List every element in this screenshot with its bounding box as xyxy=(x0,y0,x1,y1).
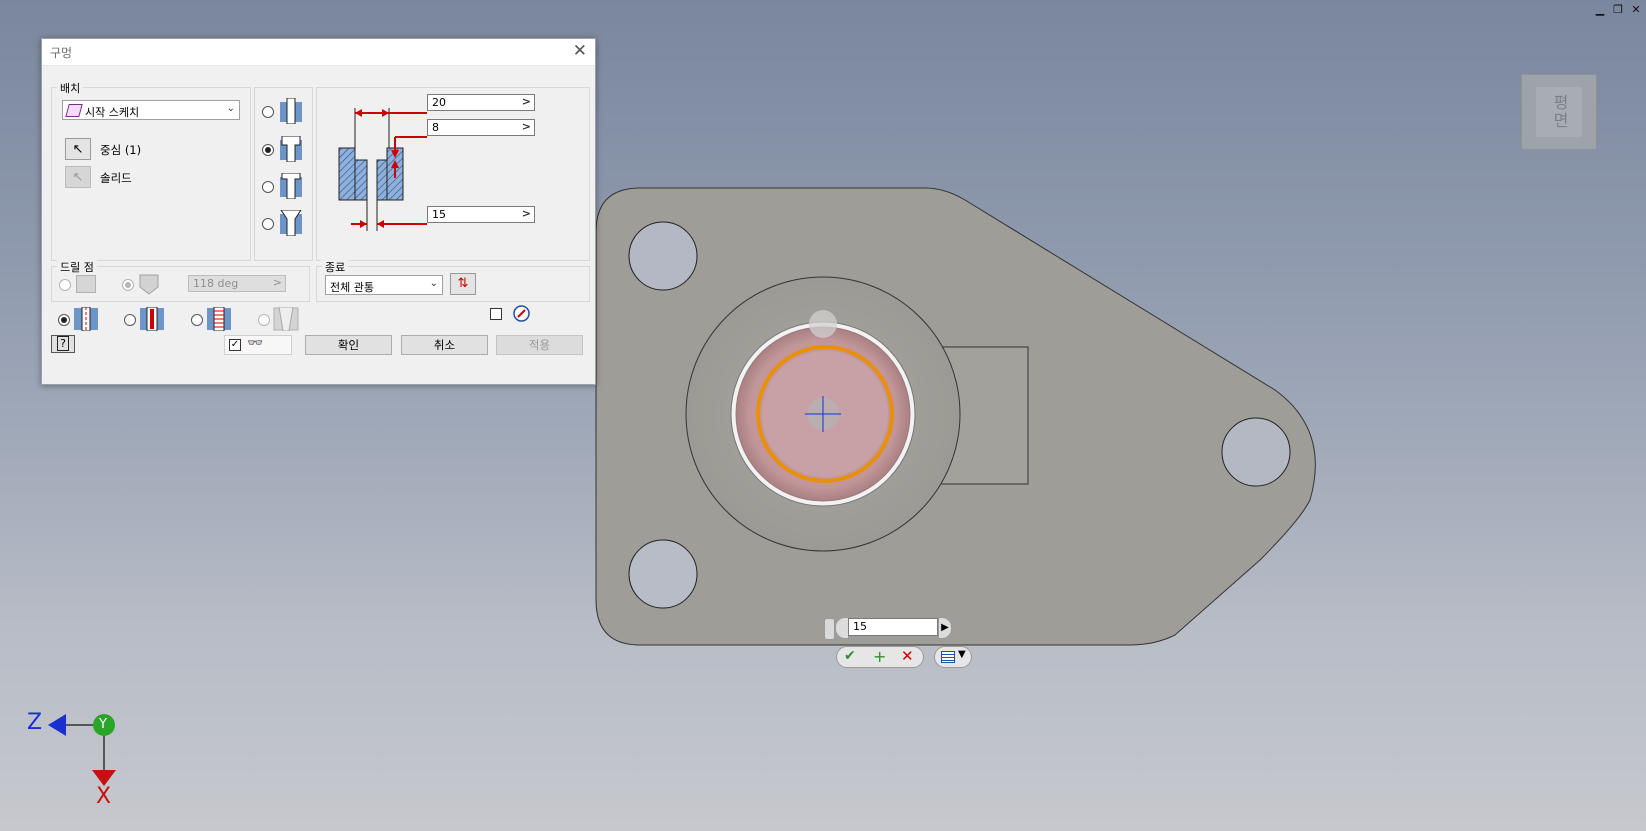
drill-point-group: 드릴 점 118 deg > xyxy=(51,259,310,302)
cursor-arrow-icon: ↖ xyxy=(72,169,84,185)
flyout-arrow-icon: > xyxy=(272,276,282,289)
counterbore-depth-field[interactable]: 8 > xyxy=(427,119,535,136)
clearance-hole-icon xyxy=(140,307,164,331)
mount-hole[interactable] xyxy=(628,221,698,291)
counterbore-section-diagram xyxy=(338,108,427,231)
cursor-arrow-icon: ↖ xyxy=(72,141,84,157)
hole-diameter-field[interactable]: 15 > xyxy=(427,206,535,223)
help-icon: ? xyxy=(57,336,69,351)
simple-hole-icon xyxy=(74,307,98,331)
mini-options-button[interactable]: ▼ xyxy=(934,646,972,668)
list-icon xyxy=(941,651,955,663)
compass-icon[interactable] xyxy=(513,305,530,322)
termination-dropdown-value: 전체 관통 xyxy=(330,281,374,294)
mount-hole[interactable] xyxy=(1221,417,1291,487)
termination-group: 종료 전체 관통 ⌄ ⇅ xyxy=(316,259,590,302)
thread-simple-radio[interactable] xyxy=(58,314,70,326)
mini-value-text: 15 xyxy=(853,620,867,633)
viewcube-face-label: 평면 xyxy=(1550,94,1569,130)
chevron-down-icon: ⌄ xyxy=(226,103,235,114)
taper-tapped-icon xyxy=(273,307,299,331)
thread-clearance-radio[interactable] xyxy=(124,314,136,326)
counterbore-depth-value: 8 xyxy=(432,121,439,134)
angle-drill-icon xyxy=(139,274,159,295)
drill-point-group-label: 드릴 점 xyxy=(57,259,97,275)
glasses-icon: 👓 xyxy=(247,336,264,351)
center-label: 중심 (1) xyxy=(100,143,142,157)
help-button[interactable]: ? xyxy=(51,335,75,353)
mini-stepper-right[interactable]: ▶ xyxy=(938,617,952,639)
mount-hole[interactable] xyxy=(628,539,698,609)
solid-label: 솔리드 xyxy=(100,171,132,185)
termination-group-label: 종료 xyxy=(322,259,349,275)
flyout-arrow-icon[interactable]: > xyxy=(522,95,531,108)
cancel-x-icon[interactable]: ✕ xyxy=(901,647,914,665)
counterbore-diameter-field[interactable]: 20 > xyxy=(427,94,535,111)
viewcube[interactable]: 평면 xyxy=(1521,74,1597,150)
drill-angle-field: 118 deg > xyxy=(188,275,286,292)
mini-action-group: ✔ + ✕ xyxy=(836,646,924,668)
hole-type-spotface-radio[interactable] xyxy=(262,181,274,193)
placement-group-label: 배치 xyxy=(57,80,84,96)
sketch-icon xyxy=(65,104,83,117)
thread-tapped-radio[interactable] xyxy=(191,314,203,326)
counterbore-diameter-value: 20 xyxy=(432,96,446,109)
drilled-hole-icon xyxy=(280,98,302,124)
axis-y-label: Y xyxy=(99,717,107,732)
placement-group: 배치 시작 스케치 ⌄ ↖ 중심 (1) ↖ 솔리드 xyxy=(51,80,251,261)
flat-drill-icon xyxy=(76,275,96,293)
hole-type-countersink-radio[interactable] xyxy=(262,218,274,230)
flyout-arrow-icon[interactable]: > xyxy=(522,120,531,133)
preview-checkbox[interactable] xyxy=(490,308,502,320)
flip-direction-button[interactable]: ⇅ xyxy=(450,273,476,295)
enhanced-preview-checkbox[interactable]: ✓ xyxy=(229,339,241,351)
hole-dialog: 구멍 ✕ 배치 시작 스케치 ⌄ ↖ 중심 (1) ↖ 솔리드 20 > 8 >… xyxy=(41,38,596,385)
placement-dropdown-value: 시작 스케치 xyxy=(85,106,140,119)
mini-stepper-left[interactable] xyxy=(835,617,849,639)
tapped-hole-icon xyxy=(207,307,231,331)
mini-toolbar: 15 ▶ ✔ + ✕ ▼ xyxy=(824,617,974,669)
dialog-title: 구멍 xyxy=(50,46,73,60)
center-select-button[interactable]: ↖ xyxy=(65,138,91,160)
axis-x-label: X xyxy=(96,784,112,809)
thread-taper-radio[interactable] xyxy=(258,314,270,326)
placement-dropdown[interactable]: 시작 스케치 ⌄ xyxy=(62,100,240,120)
spotface-hole-icon xyxy=(280,173,302,199)
drag-handle[interactable] xyxy=(809,310,837,338)
viewcube-face[interactable]: 평면 xyxy=(1536,87,1582,137)
flip-arrows-icon: ⇅ xyxy=(457,276,469,291)
mini-grip[interactable] xyxy=(824,618,835,640)
ok-check-icon[interactable]: ✔ xyxy=(844,648,856,664)
solid-select-button[interactable]: ↖ xyxy=(65,166,91,188)
counterbore-hole-icon xyxy=(280,136,302,162)
drill-point-flat-radio[interactable] xyxy=(59,279,71,291)
countersink-hole-icon xyxy=(280,210,302,236)
chevron-down-icon: ▼ xyxy=(958,649,966,660)
termination-dropdown[interactable]: 전체 관통 ⌄ xyxy=(325,275,443,295)
apply-button[interactable]: 적용 xyxy=(496,335,583,355)
dimension-preview-group: 20 > 8 > 15 > xyxy=(316,87,590,261)
hole-type-drilled-radio[interactable] xyxy=(262,106,274,118)
mini-value-field[interactable]: 15 xyxy=(848,618,938,636)
drill-angle-value: 118 deg xyxy=(193,277,239,290)
cancel-button[interactable]: 취소 xyxy=(401,335,488,355)
axis-z-label: Z xyxy=(27,710,43,735)
flyout-arrow-icon[interactable]: > xyxy=(522,207,531,220)
hole-type-group xyxy=(254,87,313,261)
add-plus-icon[interactable]: + xyxy=(873,647,886,666)
dialog-titlebar: 구멍 ✕ xyxy=(42,39,595,66)
hole-type-counterbore-radio[interactable] xyxy=(262,144,274,156)
ok-button[interactable]: 확인 xyxy=(305,335,392,355)
drill-point-angle-radio[interactable] xyxy=(122,279,134,291)
chevron-down-icon: ⌄ xyxy=(429,278,438,289)
close-icon[interactable]: ✕ xyxy=(573,41,587,61)
hole-diameter-value: 15 xyxy=(432,208,446,221)
preview-toggle-group: ✓ 👓 xyxy=(224,335,292,355)
